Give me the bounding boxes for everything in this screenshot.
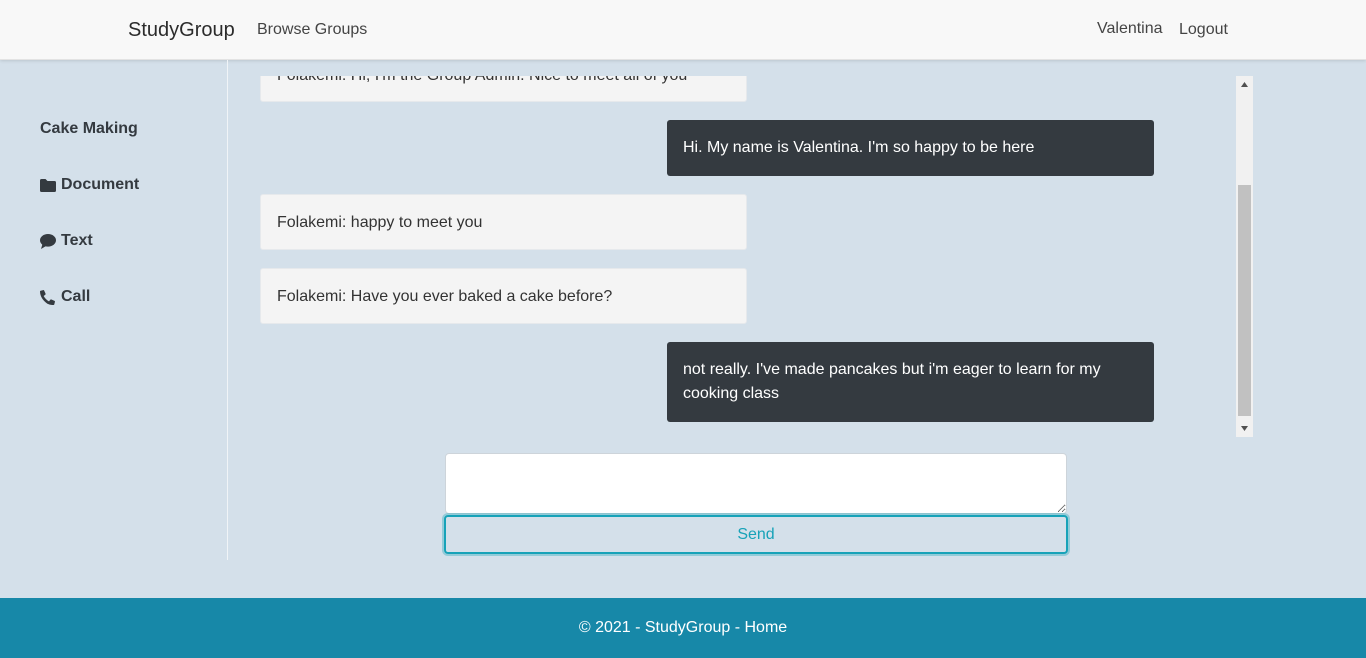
chat-message-outgoing: Hi. My name is Valentina. I'm so happy t… bbox=[667, 120, 1154, 176]
group-sidebar: Cake Making Document Text Call bbox=[0, 60, 228, 560]
sidebar-item-label: Text bbox=[61, 232, 93, 249]
chat-message-list[interactable]: Folakemi: Hi, I'm the Group Admin. Nice … bbox=[244, 76, 1254, 437]
group-name-label: Cake Making bbox=[40, 120, 138, 137]
sidebar-item-call[interactable]: Call bbox=[40, 288, 90, 306]
phone-icon bbox=[40, 289, 57, 305]
browse-groups-link[interactable]: Browse Groups bbox=[257, 21, 367, 39]
chat-message-incoming: Folakemi: Hi, I'm the Group Admin. Nice … bbox=[260, 76, 747, 102]
message-input[interactable] bbox=[445, 453, 1067, 514]
chat-message-outgoing: not really. I've made pancakes but i'm e… bbox=[667, 342, 1154, 422]
scrollbar-thumb[interactable] bbox=[1238, 185, 1251, 416]
chat-scrollbar[interactable] bbox=[1236, 76, 1253, 437]
folder-icon bbox=[40, 177, 57, 193]
user-profile-link[interactable]: Valentina bbox=[1097, 20, 1163, 38]
chat-message-incoming: Folakemi: happy to meet you bbox=[260, 194, 747, 250]
group-name: Cake Making bbox=[40, 120, 138, 138]
scroll-up-arrow-icon[interactable] bbox=[1236, 76, 1253, 93]
footer-home-link[interactable]: Home bbox=[744, 619, 787, 637]
top-navbar: StudyGroup Browse Groups Valentina Logou… bbox=[0, 0, 1366, 60]
logout-link[interactable]: Logout bbox=[1179, 21, 1228, 39]
sidebar-item-label: Call bbox=[61, 288, 91, 305]
chat-message-incoming: Folakemi: Have you ever baked a cake bef… bbox=[260, 268, 747, 324]
footer-copyright: © 2021 - StudyGroup - bbox=[578, 619, 745, 636]
page-footer: © 2021 - StudyGroup - Home bbox=[0, 598, 1366, 658]
comment-icon bbox=[40, 233, 57, 249]
sidebar-item-label: Document bbox=[61, 176, 140, 193]
sidebar-item-document[interactable]: Document bbox=[40, 176, 139, 194]
send-button[interactable]: Send bbox=[444, 515, 1068, 554]
sidebar-item-text[interactable]: Text bbox=[40, 232, 93, 250]
brand-link[interactable]: StudyGroup bbox=[128, 19, 235, 42]
scroll-down-arrow-icon[interactable] bbox=[1236, 420, 1253, 437]
